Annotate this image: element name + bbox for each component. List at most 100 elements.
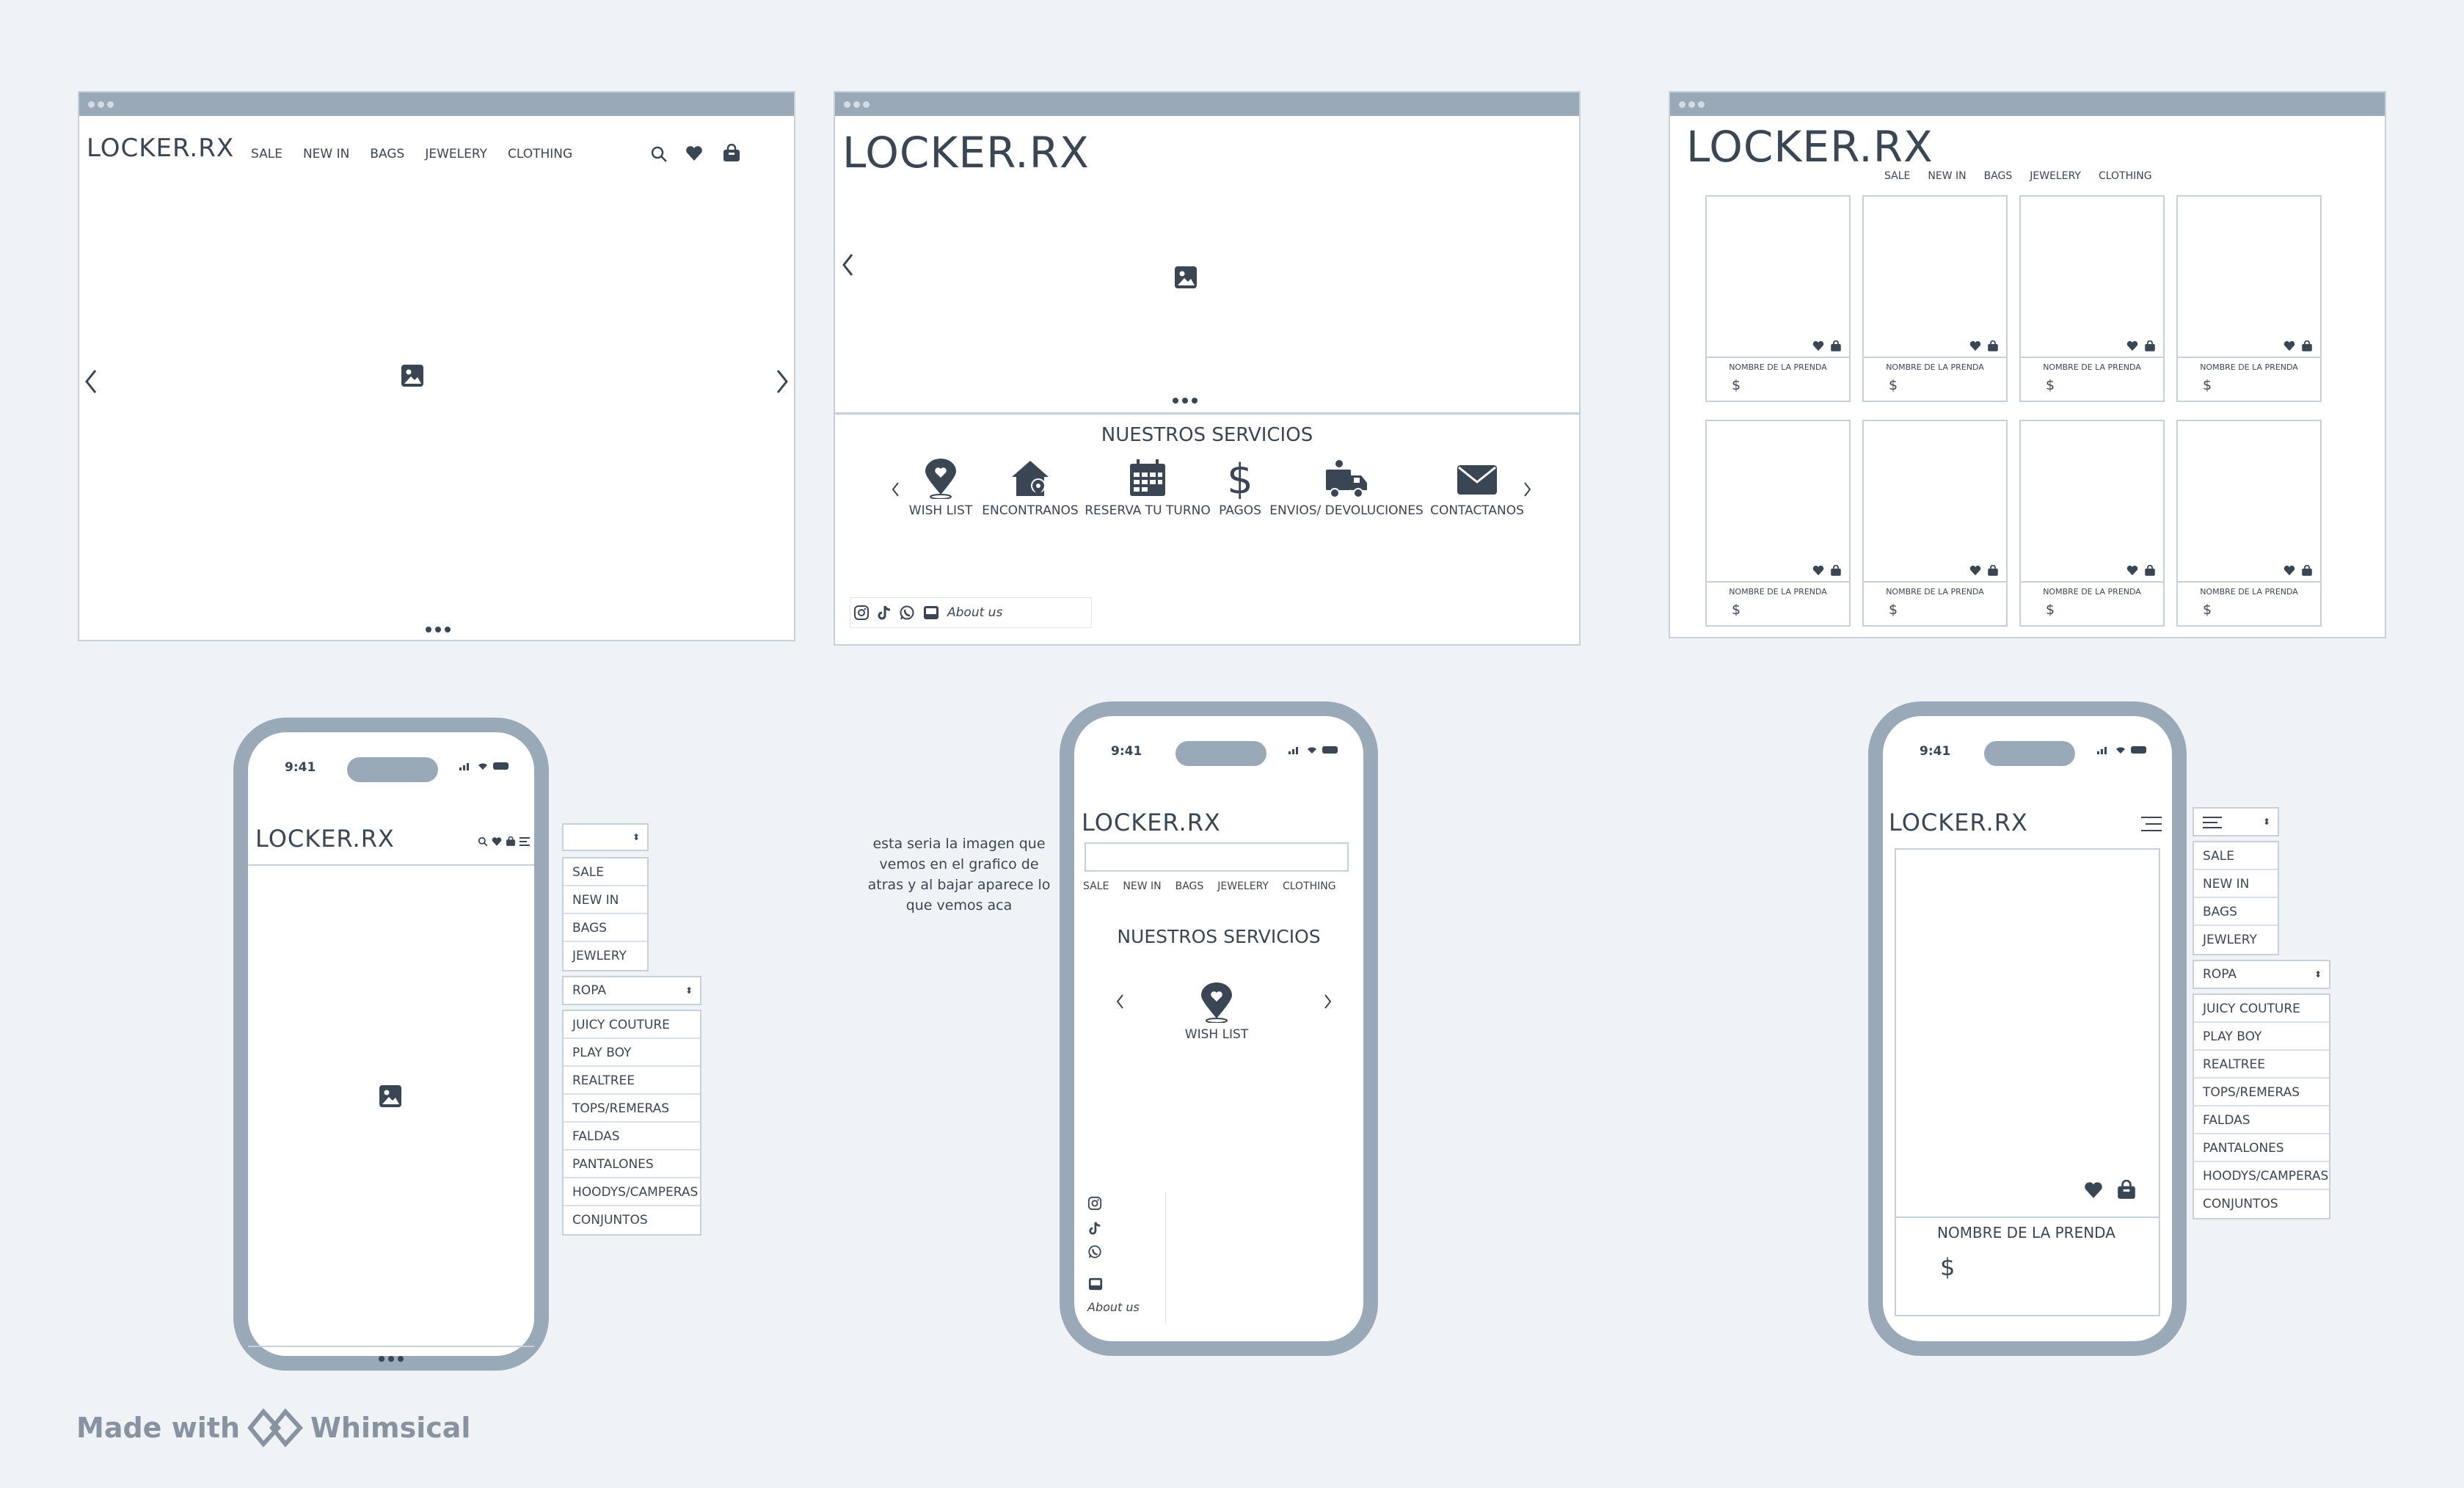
- submenu-item[interactable]: HOODYS/CAMPERAS: [564, 1178, 700, 1206]
- hamburger-menu-icon[interactable]: [2141, 816, 2162, 832]
- submenu-item[interactable]: FALDAS: [564, 1123, 700, 1150]
- submenu-item[interactable]: PLAY BOY: [2194, 1023, 2329, 1051]
- nav-new-in[interactable]: NEW IN: [1123, 880, 1161, 892]
- search-icon[interactable]: [650, 145, 668, 163]
- carousel-dots[interactable]: [379, 1356, 404, 1362]
- carousel-dots[interactable]: [426, 627, 451, 632]
- tiktok-icon[interactable]: [877, 605, 892, 621]
- submenu-item[interactable]: PLAY BOY: [564, 1039, 700, 1067]
- services-prev-icon[interactable]: [891, 481, 900, 497]
- menu-item-bags[interactable]: BAGS: [2194, 898, 2278, 926]
- brand-logo[interactable]: LOCKER.RX: [1889, 809, 2028, 836]
- heart-icon[interactable]: [2283, 340, 2295, 351]
- service-pagos[interactable]: $ PAGOS: [1211, 458, 1269, 518]
- service-contactanos[interactable]: CONTACTANOS: [1422, 458, 1532, 518]
- heart-icon[interactable]: [1812, 565, 1824, 576]
- services-prev-icon[interactable]: [1115, 993, 1124, 1010]
- submenu-item[interactable]: CONJUNTOS: [564, 1206, 700, 1234]
- carousel-prev-icon[interactable]: [84, 368, 98, 395]
- submenu-item[interactable]: PANTALONES: [2194, 1134, 2329, 1162]
- hamburger-menu-icon[interactable]: [520, 836, 530, 847]
- instagram-icon[interactable]: [853, 605, 870, 621]
- product-card[interactable]: NOMBRE DE LA PRENDA $: [2019, 195, 2165, 402]
- brand-logo[interactable]: LOCKER.RX: [1686, 122, 1933, 172]
- nav-bags[interactable]: BAGS: [1175, 880, 1204, 892]
- search-bar[interactable]: [1085, 842, 1349, 872]
- heart-icon[interactable]: [2283, 565, 2295, 576]
- menu-item-sale[interactable]: SALE: [2194, 842, 2278, 870]
- menu-select[interactable]: ⬍: [562, 823, 649, 851]
- heart-icon[interactable]: [1812, 340, 1824, 351]
- nav-jewelery[interactable]: JEWELERY: [425, 147, 487, 161]
- shopping-bag-icon[interactable]: [2144, 565, 2156, 577]
- services-next-icon[interactable]: [1324, 993, 1333, 1010]
- menu-item-jewlery[interactable]: JEWLERY: [564, 942, 647, 970]
- submenu-item[interactable]: CONJUNTOS: [2194, 1190, 2329, 1218]
- nav-sale[interactable]: SALE: [1083, 880, 1109, 892]
- shopping-bag-icon[interactable]: [2301, 565, 2313, 577]
- shopping-bag-icon[interactable]: [1987, 340, 1999, 352]
- whatsapp-icon[interactable]: [899, 605, 915, 621]
- shopping-bag-icon[interactable]: [2301, 340, 2313, 352]
- about-us-link[interactable]: About us: [1087, 1300, 1140, 1314]
- heart-icon[interactable]: [2126, 340, 2138, 351]
- shopping-bag-icon[interactable]: [1987, 565, 1999, 577]
- brand-logo[interactable]: LOCKER.RX: [87, 134, 234, 163]
- brand-logo[interactable]: LOCKER.RX: [842, 128, 1090, 178]
- nav-new-in[interactable]: NEW IN: [303, 147, 349, 161]
- submenu-item[interactable]: TOPS/REMERAS: [2194, 1079, 2329, 1106]
- product-card[interactable]: NOMBRE DE LA PRENDA $: [2019, 420, 2165, 627]
- submenu-item[interactable]: REALTREE: [564, 1067, 700, 1095]
- menu-item-new-in[interactable]: NEW IN: [2194, 870, 2278, 898]
- product-card[interactable]: NOMBRE DE LA PRENDA $: [1862, 420, 2008, 627]
- ropa-select[interactable]: ROPA ⬍: [562, 976, 701, 1005]
- service-envios[interactable]: ENVIOS/ DEVOLUCIONES: [1269, 458, 1424, 518]
- product-card-large[interactable]: NOMBRE DE LA PRENDA $: [1895, 848, 2160, 1316]
- product-card[interactable]: NOMBRE DE LA PRENDA $: [2176, 195, 2322, 402]
- submenu-item[interactable]: JUICY COUTURE: [564, 1011, 700, 1039]
- nav-sale[interactable]: SALE: [251, 147, 283, 161]
- nav-jewelery[interactable]: JEWELERY: [1217, 880, 1269, 892]
- product-card[interactable]: NOMBRE DE LA PRENDA $: [1705, 195, 1851, 402]
- service-wish-list[interactable]: WISH LIST: [1173, 982, 1261, 1042]
- nav-clothing[interactable]: CLOTHING: [2099, 170, 2152, 182]
- heart-icon[interactable]: [2084, 1181, 2103, 1199]
- ropa-select[interactable]: ROPA ⬍: [2193, 960, 2330, 989]
- shopping-bag-icon[interactable]: [1830, 340, 1842, 352]
- menu-item-bags[interactable]: BAGS: [564, 914, 647, 942]
- shopping-bag-icon[interactable]: [1830, 565, 1842, 577]
- instagram-icon[interactable]: [1087, 1196, 1102, 1211]
- submenu-item[interactable]: JUICY COUTURE: [2194, 995, 2329, 1023]
- shopping-bag-icon[interactable]: [2144, 340, 2156, 352]
- nav-new-in[interactable]: NEW IN: [1928, 170, 1966, 182]
- whatsapp-icon[interactable]: [1087, 1244, 1102, 1259]
- shopping-bag-icon[interactable]: [722, 144, 741, 163]
- tiktok-icon[interactable]: [1087, 1221, 1102, 1236]
- menu-item-jewlery[interactable]: JEWLERY: [2194, 926, 2278, 954]
- inbox-icon[interactable]: [922, 605, 940, 621]
- submenu-item[interactable]: TOPS/REMERAS: [564, 1095, 700, 1123]
- heart-icon[interactable]: [1969, 565, 1981, 576]
- nav-clothing[interactable]: CLOTHING: [1283, 880, 1336, 892]
- brand-logo[interactable]: LOCKER.RX: [1082, 809, 1221, 836]
- made-with-whimsical[interactable]: Made with Whimsical: [76, 1407, 470, 1448]
- heart-icon[interactable]: [1969, 340, 1981, 351]
- carousel-next-icon[interactable]: [775, 368, 790, 395]
- product-card[interactable]: NOMBRE DE LA PRENDA $: [1705, 420, 1851, 627]
- shopping-bag-icon[interactable]: [506, 836, 516, 847]
- product-card[interactable]: NOMBRE DE LA PRENDA $: [1862, 195, 2008, 402]
- submenu-item[interactable]: REALTREE: [2194, 1051, 2329, 1079]
- nav-jewelery[interactable]: JEWELERY: [2030, 170, 2081, 182]
- inbox-icon[interactable]: [1087, 1277, 1104, 1291]
- menu-item-new-in[interactable]: NEW IN: [564, 886, 647, 914]
- heart-icon[interactable]: [2126, 565, 2138, 576]
- shopping-bag-icon[interactable]: [2116, 1180, 2137, 1200]
- carousel-prev-icon[interactable]: [841, 252, 854, 277]
- about-us-link[interactable]: About us: [947, 605, 1002, 620]
- nav-clothing[interactable]: CLOTHING: [508, 147, 572, 161]
- menu-select[interactable]: ⬍: [2193, 807, 2279, 836]
- nav-bags[interactable]: BAGS: [1984, 170, 2013, 182]
- menu-item-sale[interactable]: SALE: [564, 858, 647, 886]
- service-encontranos[interactable]: ENCONTRANOS: [979, 458, 1082, 518]
- submenu-item[interactable]: FALDAS: [2194, 1106, 2329, 1134]
